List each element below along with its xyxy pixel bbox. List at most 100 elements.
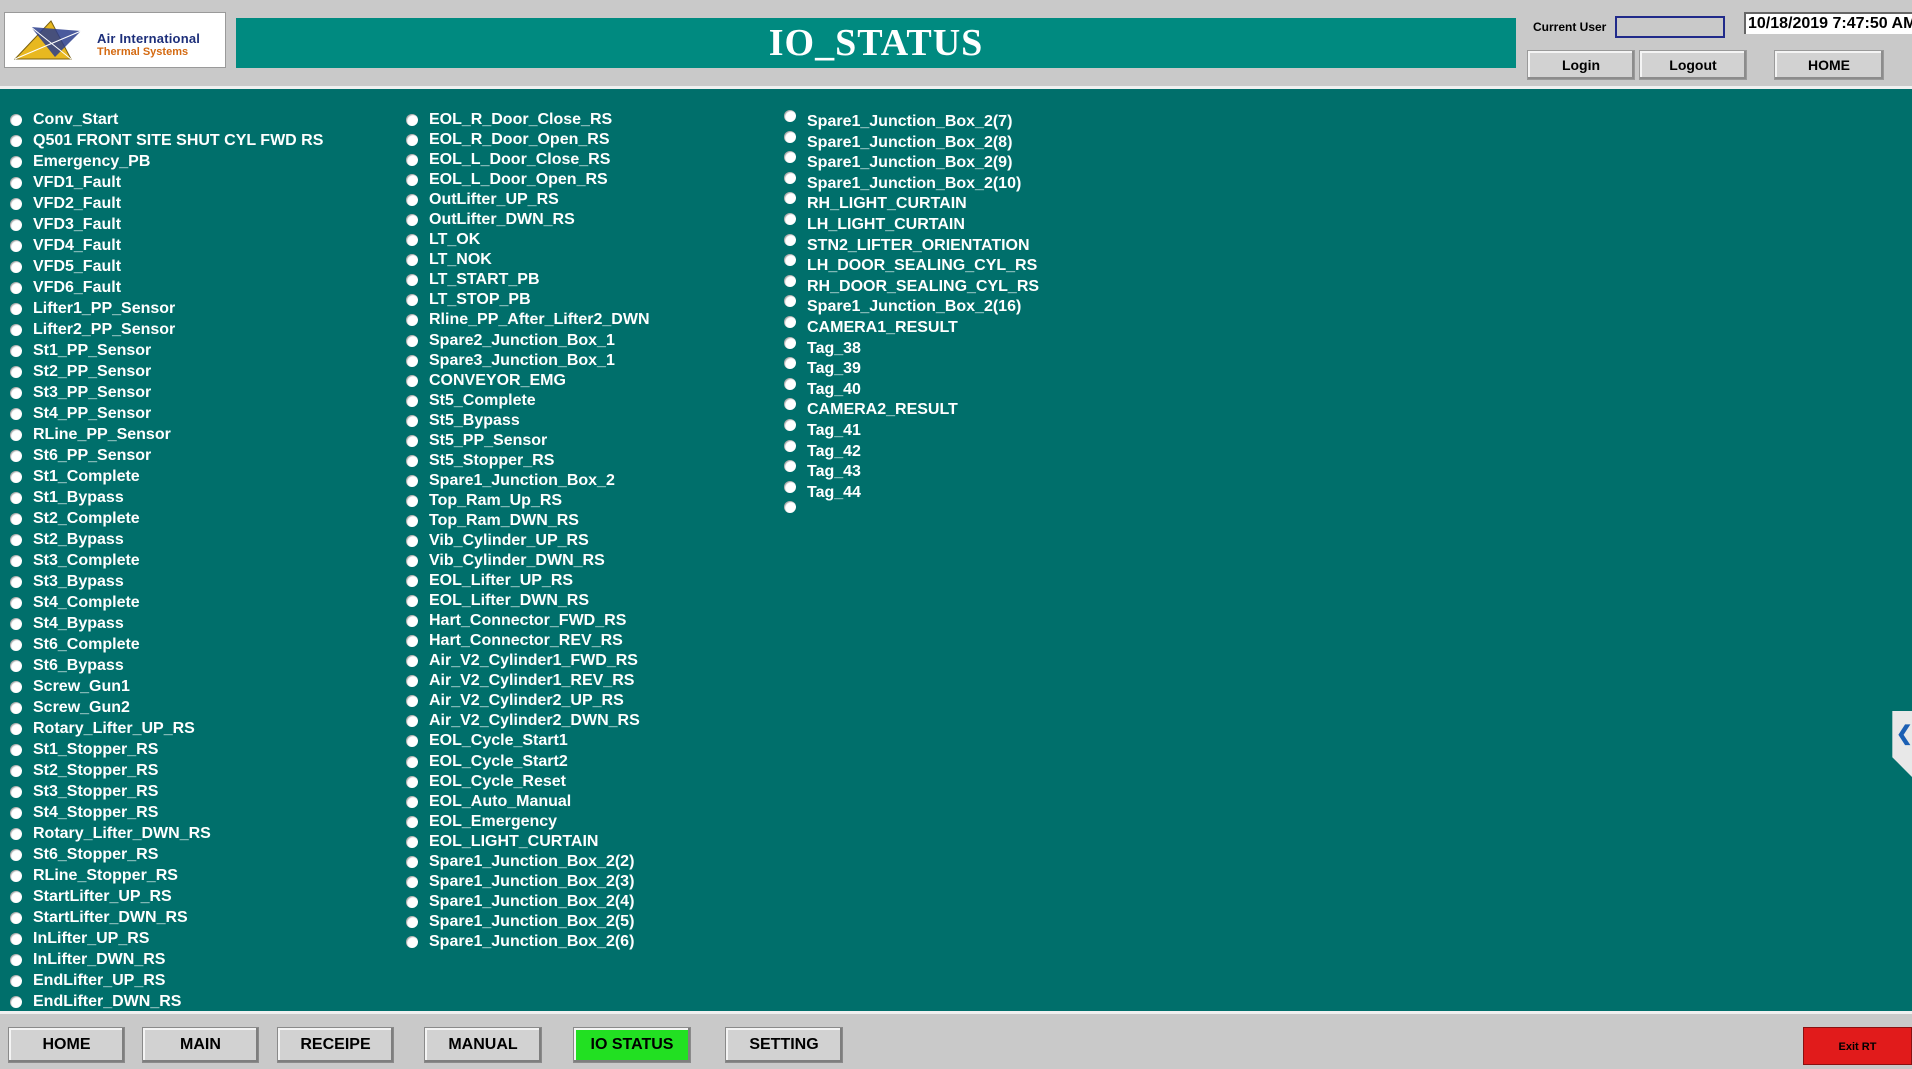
io-signal-label: CAMERA2_RESULT	[807, 401, 958, 419]
status-indicator-icon	[784, 192, 796, 205]
io-status-item: Lifter1_PP_Sensor	[10, 299, 390, 320]
side-panel-toggle[interactable]: ❮	[1892, 711, 1912, 777]
status-indicator-icon	[784, 151, 796, 164]
io-status-item: Hart_Connector_REV_RS	[406, 631, 776, 651]
io-signal-label: St3_Bypass	[33, 573, 124, 590]
io-status-item: VFD4_Fault	[10, 236, 390, 257]
nav-main-button[interactable]: MAIN	[142, 1027, 259, 1063]
io-signal-label: Air_V2_Cylinder2_UP_RS	[429, 692, 624, 710]
status-indicator-icon	[406, 795, 418, 808]
io-signal-label: RH_DOOR_SEALING_CYL_RS	[807, 277, 1040, 295]
io-status-item: Tag_41	[784, 418, 1164, 440]
status-indicator-icon	[10, 975, 22, 987]
status-indicator-icon	[10, 891, 22, 903]
nav-setting-button[interactable]: SETTING	[725, 1027, 843, 1063]
io-signal-label: St3_Stopper_RS	[33, 783, 159, 800]
io-status-item: Hart_Connector_FWD_RS	[406, 611, 776, 631]
exit-runtime-button[interactable]: Exit RT	[1803, 1027, 1912, 1065]
status-indicator-icon	[784, 212, 796, 225]
io-status-item: Air_V2_Cylinder2_DWN_RS	[406, 711, 776, 731]
io-signal-label: Tag_41	[807, 421, 861, 439]
io-status-item: St1_Stopper_RS	[10, 740, 390, 761]
io-status-item: St6_Complete	[10, 635, 390, 656]
page-title: IO_STATUS	[236, 18, 1516, 68]
status-indicator-icon	[10, 135, 22, 147]
io-signal-label: InLifter_DWN_RS	[33, 951, 166, 968]
io-status-item: EOL_Lifter_DWN_RS	[406, 591, 776, 611]
io-status-item: St2_Stopper_RS	[10, 761, 390, 782]
io-signal-label: Screw_Gun2	[33, 699, 130, 716]
io-signal-label: St6_Bypass	[33, 657, 124, 674]
io-status-item: STN2_LIFTER_ORIENTATION	[784, 233, 1164, 255]
io-signal-label: St6_Complete	[33, 636, 140, 653]
io-status-item: EOL_Cycle_Start2	[406, 752, 776, 772]
io-signal-label: St2_PP_Sensor	[33, 363, 152, 380]
io-status-item: Q501 FRONT SITE SHUT CYL FWD RS	[10, 131, 390, 152]
io-status-item: RLine_PP_Sensor	[10, 425, 390, 446]
status-indicator-icon	[406, 775, 418, 788]
io-signal-label: Conv_Start	[33, 111, 119, 128]
io-signal-label: St2_Bypass	[33, 531, 124, 548]
io-status-item: Tag_43	[784, 460, 1164, 481]
status-indicator-icon	[10, 534, 22, 546]
io-status-item: Spare1_Junction_Box_2(2)	[406, 852, 776, 872]
io-signal-label: Tag_43	[807, 463, 861, 481]
nav-receipe-button[interactable]: RECEIPE	[277, 1027, 394, 1063]
status-indicator-icon	[784, 398, 796, 411]
status-indicator-icon	[10, 870, 22, 882]
io-signal-label: EOL_L_Door_Open_RS	[429, 171, 608, 189]
status-indicator-icon	[406, 855, 418, 868]
login-button[interactable]: Login	[1527, 50, 1635, 80]
io-signal-label: CAMERA1_RESULT	[807, 318, 958, 336]
status-indicator-icon	[406, 134, 418, 147]
io-signal-label: EOL_Cycle_Start2	[429, 752, 568, 770]
io-status-item: LH_LIGHT_CURTAIN	[784, 212, 1164, 234]
status-indicator-icon	[406, 494, 418, 507]
io-status-item: St3_Stopper_RS	[10, 782, 390, 803]
nav-manual-button[interactable]: MANUAL	[424, 1027, 542, 1063]
io-signal-label: St5_Bypass	[429, 411, 520, 429]
status-indicator-icon	[406, 875, 418, 888]
io-signal-label: EOL_Lifter_UP_RS	[429, 572, 574, 590]
io-signal-label: CONVEYOR_EMG	[429, 371, 566, 389]
status-indicator-icon	[10, 303, 22, 315]
io-signal-label: St1_Stopper_RS	[33, 741, 159, 758]
io-status-item: EOL_Lifter_UP_RS	[406, 571, 776, 591]
io-signal-label: RLine_PP_Sensor	[33, 426, 171, 443]
io-signal-label: Tag_40	[807, 380, 861, 398]
logout-button[interactable]: Logout	[1639, 50, 1747, 80]
io-status-item: Spare1_Junction_Box_2(6)	[406, 932, 776, 952]
io-status-item: St6_Bypass	[10, 656, 390, 677]
current-user-field[interactable]	[1615, 16, 1725, 38]
status-indicator-icon	[406, 354, 418, 367]
status-indicator-icon	[10, 450, 22, 462]
status-indicator-icon	[784, 295, 796, 308]
status-indicator-icon	[406, 595, 418, 608]
status-indicator-icon	[10, 324, 22, 336]
status-indicator-icon	[784, 501, 796, 514]
io-signal-label: LT_NOK	[429, 251, 492, 269]
status-indicator-icon	[784, 377, 796, 390]
io-status-item: EOL_L_Door_Close_RS	[406, 150, 776, 170]
io-status-item: St6_Stopper_RS	[10, 845, 390, 866]
status-indicator-icon	[406, 334, 418, 347]
status-indicator-icon	[10, 408, 22, 420]
io-signal-label: LH_LIGHT_CURTAIN	[807, 215, 965, 233]
status-indicator-icon	[10, 513, 22, 525]
io-signal-label: EOL_Cycle_Reset	[429, 772, 566, 790]
nav-home-button[interactable]: HOME	[8, 1027, 125, 1063]
chevron-left-icon: ❮	[1896, 723, 1912, 745]
status-indicator-icon	[406, 454, 418, 467]
io-status-item: OutLifter_UP_RS	[406, 190, 776, 210]
status-indicator-icon	[406, 514, 418, 527]
io-status-item: St5_Stopper_RS	[406, 451, 776, 471]
nav-io-status-button[interactable]: IO STATUS	[573, 1027, 691, 1063]
status-indicator-icon	[784, 233, 796, 246]
status-indicator-icon	[10, 933, 22, 945]
io-status-item: Air_V2_Cylinder1_REV_RS	[406, 671, 776, 691]
io-status-item: St4_Bypass	[10, 614, 390, 635]
io-signal-label: St2_Stopper_RS	[33, 762, 159, 779]
io-status-item: EOL_R_Door_Open_RS	[406, 130, 776, 150]
io-status-item: Spare3_Junction_Box_1	[406, 351, 776, 371]
home-top-button[interactable]: HOME	[1774, 50, 1884, 80]
